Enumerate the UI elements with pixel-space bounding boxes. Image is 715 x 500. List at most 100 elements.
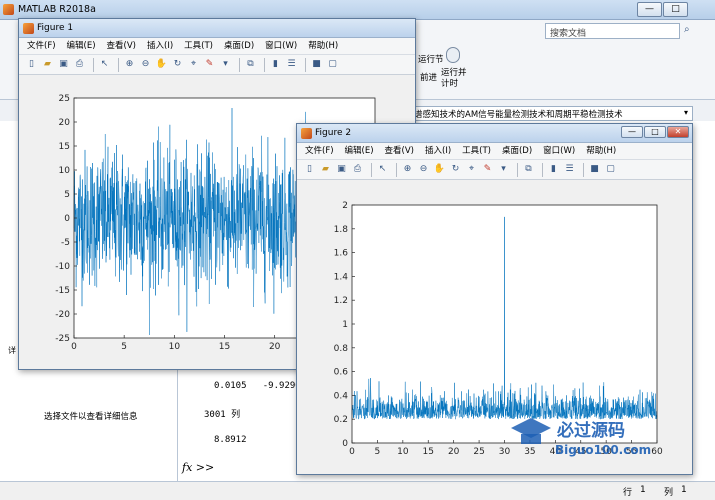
toolbar-separator xyxy=(396,162,397,177)
menu-desktop[interactable]: 桌面(D) xyxy=(224,38,254,54)
pointer-icon[interactable]: ↖ xyxy=(98,58,111,71)
watermark: 必过源码 Biguo100.com xyxy=(505,414,695,460)
command-prompt[interactable]: fx >> xyxy=(182,461,214,474)
status-bar: 行 1 列 1 xyxy=(0,481,715,500)
status-col-label: 列 xyxy=(664,488,674,498)
figure2-title-bar[interactable]: Figure 2 — □ ✕ xyxy=(297,124,692,143)
details-hint: 选择文件以查看详细信息 xyxy=(44,412,138,422)
run-time-icon[interactable] xyxy=(446,47,460,63)
hide-tools-icon[interactable]: ■ xyxy=(588,163,601,176)
y-tick-label: 5 xyxy=(64,190,70,200)
details-tab[interactable]: 详 xyxy=(8,345,16,356)
maximize-button[interactable]: □ xyxy=(663,2,688,17)
cmd-output-line: 8.8912 xyxy=(214,435,247,445)
status-col-value: 1 xyxy=(681,485,687,495)
x-tick-label: 5 xyxy=(121,342,127,352)
x-tick-label: 10 xyxy=(397,447,409,457)
maximize-button[interactable]: □ xyxy=(644,126,666,138)
menu-insert[interactable]: 插入(I) xyxy=(147,38,173,54)
menu-window[interactable]: 窗口(W) xyxy=(543,143,575,159)
menu-window[interactable]: 窗口(W) xyxy=(265,38,297,54)
print-icon[interactable]: ⎙ xyxy=(73,58,86,71)
brush-icon[interactable]: ✎ xyxy=(203,58,216,71)
open-file-icon[interactable]: ▰ xyxy=(319,163,332,176)
y-tick-label: 15 xyxy=(59,142,70,152)
menu-insert[interactable]: 插入(I) xyxy=(425,143,451,159)
y-tick-label: 0 xyxy=(342,439,348,449)
colorbar-icon[interactable]: ▮ xyxy=(547,163,560,176)
data-cursor-icon[interactable]: ⌖ xyxy=(465,163,478,176)
show-tools-icon[interactable]: ▢ xyxy=(604,163,617,176)
data-cursor-icon[interactable]: ⌖ xyxy=(187,58,200,71)
new-figure-icon[interactable]: ▯ xyxy=(25,58,38,71)
show-tools-icon[interactable]: ▢ xyxy=(326,58,339,71)
print-icon[interactable]: ⎙ xyxy=(351,163,364,176)
search-documentation-input[interactable]: 搜索文档 xyxy=(545,23,680,39)
menu-edit[interactable]: 编辑(E) xyxy=(67,38,96,54)
y-tick-label: 0.8 xyxy=(334,344,349,354)
current-folder-path[interactable]: 谱感知技术的AM信号能量检测技术和周期平稳检测技术 xyxy=(410,106,693,121)
rotate-icon[interactable]: ↻ xyxy=(171,58,184,71)
menu-view[interactable]: 查看(V) xyxy=(385,143,414,159)
brush-icon[interactable]: ✎ xyxy=(481,163,494,176)
y-tick-label: 0 xyxy=(64,214,70,224)
minimize-button[interactable]: — xyxy=(637,2,662,17)
path-dropdown-icon[interactable]: ▾ xyxy=(684,108,688,117)
toolbar-separator xyxy=(517,162,518,177)
menu-tools[interactable]: 工具(T) xyxy=(462,143,491,159)
zoom-in-icon[interactable]: ⊕ xyxy=(123,58,136,71)
status-row-label: 行 xyxy=(623,488,633,498)
menu-view[interactable]: 查看(V) xyxy=(107,38,136,54)
menu-help[interactable]: 帮助(H) xyxy=(308,38,338,54)
y-tick-label: 20 xyxy=(59,118,71,128)
menu-edit[interactable]: 编辑(E) xyxy=(345,143,374,159)
zoom-out-icon[interactable]: ⊖ xyxy=(139,58,152,71)
figure1-title-bar[interactable]: Figure 1 xyxy=(19,19,415,38)
search-icon[interactable]: ⌕ xyxy=(684,24,690,35)
cmd-output-line: 0.0105 -9.9290 xyxy=(214,381,301,391)
save-icon[interactable]: ▣ xyxy=(335,163,348,176)
y-tick-label: 1.8 xyxy=(334,225,349,235)
link-plot-icon[interactable]: ⧉ xyxy=(244,58,257,71)
figure1-toolbar: ▯ ▰ ▣ ⎙ ↖ ⊕ ⊖ ✋ ↻ ⌖ ✎ ▾ ⧉ ▮ ☰ ■ ▢ xyxy=(19,55,415,75)
matlab-title-bar: MATLAB R2018a — □ xyxy=(0,0,715,20)
menu-file[interactable]: 文件(F) xyxy=(27,38,56,54)
legend-icon[interactable]: ☰ xyxy=(285,58,298,71)
run-and-time-button[interactable]: 运行并 计时 xyxy=(441,68,467,90)
menu-file[interactable]: 文件(F) xyxy=(305,143,334,159)
figure2-toolbar: ▯ ▰ ▣ ⎙ ↖ ⊕ ⊖ ✋ ↻ ⌖ ✎ ▾ ⧉ ▮ ☰ ■ ▢ xyxy=(297,160,692,180)
menu-help[interactable]: 帮助(H) xyxy=(586,143,616,159)
figure1-title: Figure 1 xyxy=(37,23,74,33)
brush-dropdown-icon[interactable]: ▾ xyxy=(497,163,510,176)
legend-icon[interactable]: ☰ xyxy=(563,163,576,176)
pan-icon[interactable]: ✋ xyxy=(433,163,446,176)
pointer-icon[interactable]: ↖ xyxy=(376,163,389,176)
y-tick-label: 1.6 xyxy=(334,249,349,259)
rotate-icon[interactable]: ↻ xyxy=(449,163,462,176)
x-tick-label: 20 xyxy=(448,447,460,457)
run-section-label[interactable]: 运行节 xyxy=(418,53,444,65)
close-button[interactable]: ✕ xyxy=(667,126,689,138)
advance-label[interactable]: 前进 xyxy=(420,71,437,83)
menu-desktop[interactable]: 桌面(D) xyxy=(502,143,532,159)
zoom-out-icon[interactable]: ⊖ xyxy=(417,163,430,176)
y-tick-label: 2 xyxy=(342,201,348,211)
status-row-value: 1 xyxy=(640,485,646,495)
x-tick-label: 0 xyxy=(71,342,77,352)
menu-tools[interactable]: 工具(T) xyxy=(184,38,213,54)
link-plot-icon[interactable]: ⧉ xyxy=(522,163,535,176)
hide-tools-icon[interactable]: ■ xyxy=(310,58,323,71)
new-figure-icon[interactable]: ▯ xyxy=(303,163,316,176)
toolbar-separator xyxy=(239,57,240,72)
figure2-menu-bar: 文件(F) 编辑(E) 查看(V) 插入(I) 工具(T) 桌面(D) 窗口(W… xyxy=(297,143,692,160)
cmd-output-line: 3001 列 xyxy=(204,410,241,420)
brush-dropdown-icon[interactable]: ▾ xyxy=(219,58,232,71)
minimize-button[interactable]: — xyxy=(621,126,643,138)
open-file-icon[interactable]: ▰ xyxy=(41,58,54,71)
pan-icon[interactable]: ✋ xyxy=(155,58,168,71)
toolbar-separator xyxy=(93,57,94,72)
save-icon[interactable]: ▣ xyxy=(57,58,70,71)
zoom-in-icon[interactable]: ⊕ xyxy=(401,163,414,176)
matlab-logo-icon xyxy=(3,4,14,15)
colorbar-icon[interactable]: ▮ xyxy=(269,58,282,71)
